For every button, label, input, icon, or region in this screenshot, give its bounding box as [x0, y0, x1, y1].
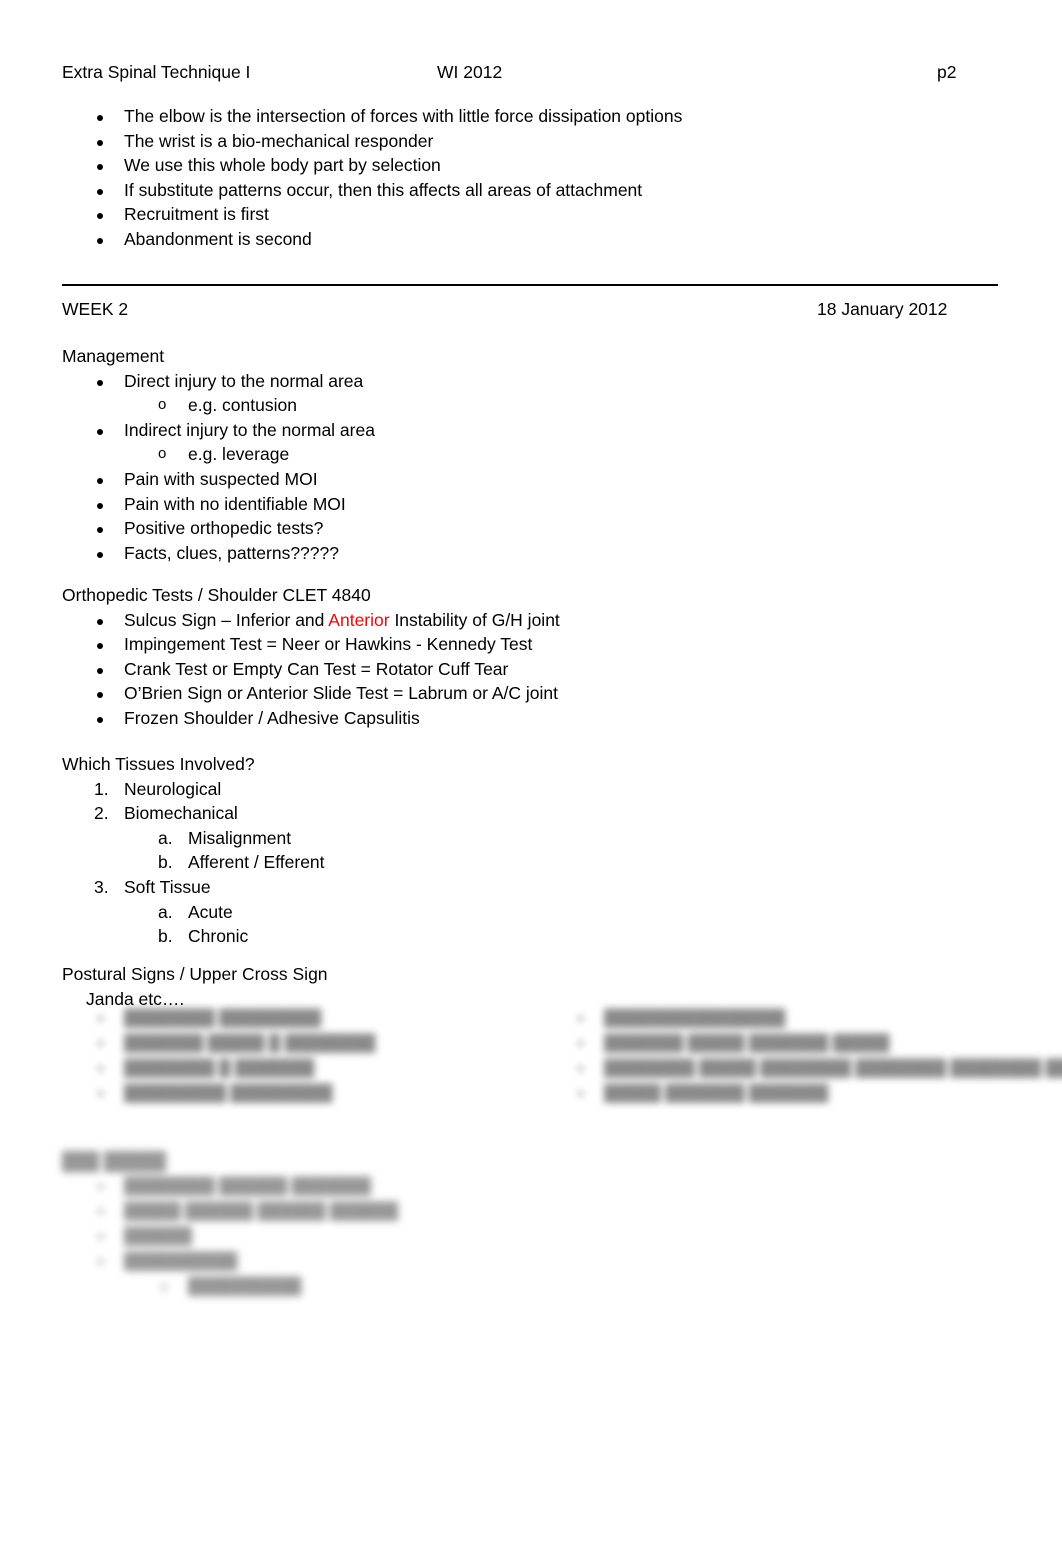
tissues-list-part2: Soft Tissue: [62, 875, 962, 900]
management-sublist-1: e.g. contusion: [62, 393, 962, 418]
list-item: ███████ █████ █ ████████: [62, 1031, 532, 1056]
week-date: 18 January 2012: [817, 299, 948, 319]
list-item: e.g. leverage: [62, 442, 962, 467]
list-item-sulcus-sign: Sulcus Sign – Inferior and Anterior Inst…: [62, 608, 962, 633]
list-item: ████████ █████ ████████ ████████ ███████…: [562, 1056, 1062, 1081]
list-item: Acute: [158, 900, 233, 924]
list-item: Biomechanical: [94, 801, 238, 825]
section-separator-rule: [62, 284, 998, 286]
header-course-title: Extra Spinal Technique I: [62, 62, 251, 82]
list-item: ██████████: [62, 1274, 532, 1299]
redacted-left-list: ████████ █████████ ███████ █████ █ █████…: [62, 1006, 532, 1106]
top-bullet-section: The elbow is the intersection of forces …: [62, 104, 962, 252]
sulcus-text-before: Sulcus Sign – Inferior and: [124, 609, 329, 630]
list-item: Pain with no identifiable MOI: [62, 492, 962, 517]
list-item: ████████ ██████ ███████: [62, 1174, 532, 1199]
sulcus-text-after: Instability of G/H joint: [389, 609, 560, 630]
orthopedic-heading: Orthopedic Tests / Shoulder CLET 4840: [62, 585, 371, 605]
redacted-bottom-section: ███ █████ ████████ ██████ ███████ █████ …: [62, 1148, 532, 1299]
sulcus-highlight-anterior: Anterior: [328, 609, 390, 630]
list-item: █████████ █████████: [62, 1081, 532, 1106]
tissues-sublist-biomechanical: Misalignment Afferent / Efferent: [62, 826, 962, 875]
list-item: ████████ █ ███████: [62, 1056, 532, 1081]
list-item: Soft Tissue: [94, 875, 211, 899]
management-list-2: Indirect injury to the normal area: [62, 418, 962, 443]
management-heading: Management: [62, 346, 165, 366]
orthopedic-section: Orthopedic Tests / Shoulder CLET 4840 Su…: [62, 583, 962, 731]
list-item: Indirect injury to the normal area: [62, 418, 962, 443]
document-page: Extra Spinal Technique I WI 2012 p2 The …: [0, 0, 1062, 1556]
list-item: Pain with suspected MOI: [62, 467, 962, 492]
list-item: Recruitment is first: [62, 202, 962, 227]
redacted-left-column: ████████ █████████ ███████ █████ █ █████…: [62, 1006, 532, 1106]
header-term: WI 2012: [437, 62, 503, 82]
list-item: Facts, clues, patterns?????: [62, 541, 962, 566]
document-header: Extra Spinal Technique I WI 2012 p2: [62, 60, 962, 84]
week-banner: WEEK 2 18 January 2012: [62, 297, 962, 321]
redacted-bottom-heading: ███ █████: [62, 1151, 167, 1171]
list-item: O’Brien Sign or Anterior Slide Test = La…: [62, 681, 962, 706]
list-item: The wrist is a bio-mechanical responder: [62, 129, 962, 154]
tissues-section: Which Tissues Involved? Neurological Bio…: [62, 752, 962, 949]
list-item: ███████ █████ ███████ █████: [562, 1031, 1032, 1056]
list-item: Positive orthopedic tests?: [62, 516, 962, 541]
list-item: ████████ █████████: [62, 1006, 532, 1031]
redacted-bottom-sublist: ██████████: [62, 1274, 532, 1299]
separator-line: [62, 284, 998, 286]
postural-section: Postural Signs / Upper Cross Sign Janda …: [62, 962, 962, 1011]
list-item: Direct injury to the normal area: [62, 369, 962, 394]
list-item: Chronic: [158, 924, 249, 948]
management-list: Direct injury to the normal area: [62, 369, 962, 394]
redacted-bottom-list: ████████ ██████ ███████ █████ ██████ ███…: [62, 1174, 532, 1274]
list-item: Impingement Test = Neer or Hawkins - Ken…: [62, 632, 962, 657]
week-label: WEEK 2: [62, 299, 129, 319]
management-list-3: Pain with suspected MOI Pain with no ide…: [62, 467, 962, 565]
redacted-right-column: ████████████████ ███████ █████ ███████ █…: [562, 1006, 1062, 1106]
header-page-number: p2: [937, 62, 957, 82]
postural-heading: Postural Signs / Upper Cross Sign: [62, 964, 328, 984]
list-item: ██████████: [62, 1249, 532, 1274]
list-item: Abandonment is second: [62, 227, 962, 252]
list-item: Neurological: [94, 777, 222, 801]
list-item: █████ ███████ ███████: [562, 1081, 1032, 1106]
list-item: Afferent / Efferent: [158, 850, 325, 874]
tissues-sublist-soft-tissue: Acute Chronic: [62, 900, 962, 949]
top-bullet-list: The elbow is the intersection of forces …: [62, 104, 962, 252]
management-section: Management Direct injury to the normal a…: [62, 344, 962, 565]
tissues-list-part1: Neurological Biomechanical: [62, 777, 962, 826]
list-item: The elbow is the intersection of forces …: [62, 104, 962, 129]
list-item: Frozen Shoulder / Adhesive Capsulitis: [62, 706, 962, 731]
list-item: ██████: [62, 1224, 532, 1249]
list-item: ████████████████: [562, 1006, 1032, 1031]
orthopedic-list: Sulcus Sign – Inferior and Anterior Inst…: [62, 608, 962, 731]
list-item: e.g. contusion: [62, 393, 962, 418]
list-item: We use this whole body part by selection: [62, 153, 962, 178]
list-item: If substitute patterns occur, then this …: [62, 178, 962, 203]
list-item: █████ ██████ ██████ ██████: [62, 1199, 532, 1224]
tissues-heading: Which Tissues Involved?: [62, 754, 255, 774]
list-item: Misalignment: [158, 826, 292, 850]
management-sublist-2: e.g. leverage: [62, 442, 962, 467]
redacted-right-list: ████████████████ ███████ █████ ███████ █…: [562, 1006, 1062, 1106]
list-item: Crank Test or Empty Can Test = Rotator C…: [62, 657, 962, 682]
